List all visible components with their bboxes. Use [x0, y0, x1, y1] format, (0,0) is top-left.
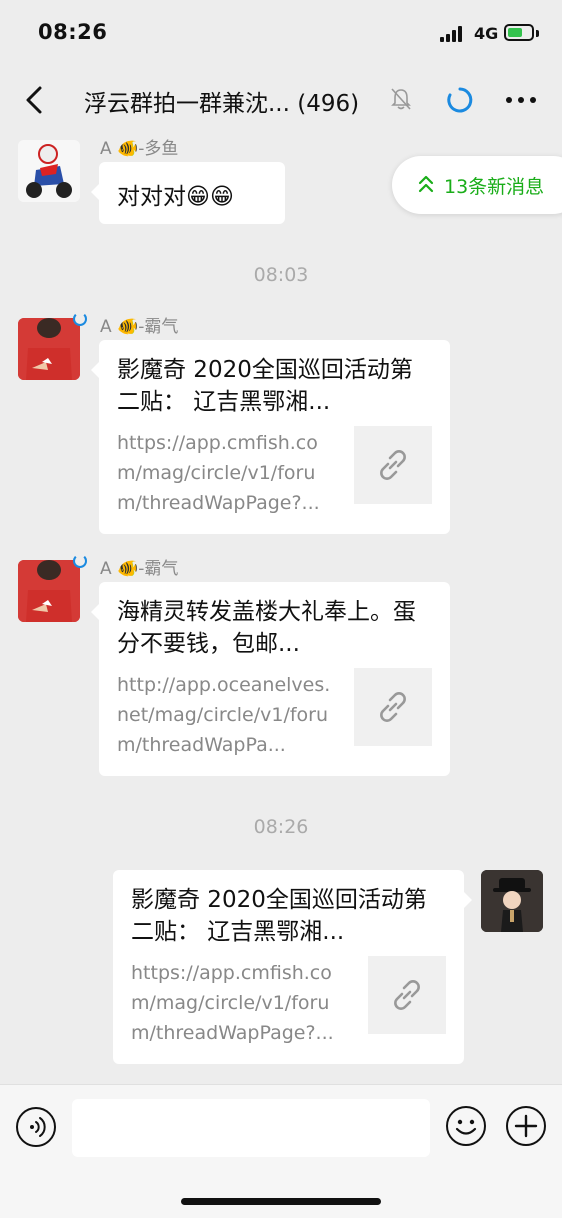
smiley-icon: [455, 1119, 477, 1135]
link-icon: [380, 450, 406, 480]
link-card[interactable]: 海精灵转发盖楼大礼奉上。蛋分不要钱，包邮... http://app.ocean…: [91, 582, 450, 776]
signal-icon: [440, 26, 466, 42]
link-title: 影魔奇 2020全国巡回活动第二贴： 辽吉黑鄂湘...: [117, 357, 413, 415]
cartoon-character-avatar-icon: [481, 870, 543, 932]
message-text: 对对对😁😁: [117, 184, 234, 210]
new-messages-label: 13条新消息: [444, 176, 545, 198]
double-chevron-up-icon: [418, 175, 434, 193]
timestamp: 08:03: [253, 264, 309, 286]
text-message-bubble[interactable]: 对对对😁😁: [91, 162, 285, 224]
mute-bell-icon: [391, 88, 411, 110]
link-thumbnail: [368, 956, 446, 1034]
plus-icon: [514, 1114, 538, 1138]
battery-tip: [536, 30, 539, 37]
link-url: https://app.cmfish.com/mag/circle/v1/for…: [131, 962, 334, 1044]
status-bar: 08:26 4G: [0, 0, 562, 70]
chat-title: 浮云群拍一群兼沈... (496): [84, 91, 360, 117]
link-thumbnail: [354, 426, 432, 504]
loading-icon: [447, 87, 473, 113]
avatar[interactable]: [18, 318, 80, 380]
more-icon[interactable]: [504, 88, 538, 112]
link-card[interactable]: 影魔奇 2020全国巡回活动第二贴： 辽吉黑鄂湘... https://app.…: [113, 870, 472, 1064]
avatar[interactable]: [18, 560, 80, 622]
back-icon[interactable]: [18, 82, 54, 118]
message-input[interactable]: [72, 1099, 430, 1157]
status-ring-icon: [73, 554, 87, 568]
link-card[interactable]: 影魔奇 2020全国巡回活动第二贴： 辽吉黑鄂湘... https://app.…: [91, 340, 450, 534]
user-photo-avatar-icon: [18, 318, 80, 380]
sender-name: A 🐠-霸气: [100, 559, 179, 579]
emoji-button[interactable]: [446, 1106, 486, 1146]
link-icon: [380, 692, 406, 722]
motorcycle-rider-avatar-icon: [18, 140, 80, 202]
link-url: http://app.oceanelves.net/mag/circle/v1/…: [117, 674, 331, 756]
avatar[interactable]: [18, 140, 80, 202]
link-url: https://app.cmfish.com/mag/circle/v1/for…: [117, 432, 320, 514]
link-title: 海精灵转发盖楼大礼奉上。蛋分不要钱，包邮...: [117, 599, 416, 657]
voice-icon: [30, 1117, 46, 1137]
sender-name: A 🐠-霸气: [100, 317, 179, 337]
nav-bar: 浮云群拍一群兼沈... (496): [0, 70, 562, 130]
my-avatar[interactable]: [481, 870, 543, 932]
link-thumbnail: [354, 668, 432, 746]
link-icon: [394, 980, 420, 1010]
timestamp: 08:26: [253, 816, 309, 838]
home-indicator[interactable]: [181, 1198, 381, 1205]
status-ring-icon: [73, 312, 87, 326]
battery-icon: [504, 24, 534, 41]
link-title: 影魔奇 2020全国巡回活动第二贴： 辽吉黑鄂湘...: [131, 887, 427, 945]
sender-name: A 🐠-多鱼: [100, 139, 179, 159]
user-photo-avatar-icon: [18, 560, 80, 622]
status-time: 08:26: [38, 20, 108, 44]
new-messages-button[interactable]: 13条新消息: [392, 156, 562, 214]
more-functions-button[interactable]: [506, 1106, 546, 1146]
voice-button[interactable]: [16, 1107, 56, 1147]
network-type: 4G: [474, 24, 499, 43]
